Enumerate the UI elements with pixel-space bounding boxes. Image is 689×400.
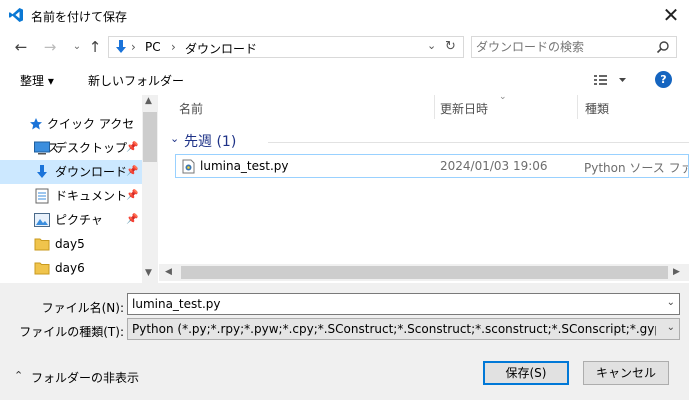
- file-name: lumina_test.py: [200, 159, 289, 173]
- column-header-name[interactable]: 名前: [179, 100, 203, 117]
- window-title: 名前を付けて保存: [31, 10, 128, 24]
- group-header-last-week[interactable]: 先週 (1): [184, 131, 236, 151]
- sidebar-item-label: ドキュメント: [55, 189, 128, 203]
- vscode-icon: [8, 7, 24, 23]
- column-divider[interactable]: [577, 95, 578, 119]
- column-header-type[interactable]: 種類: [585, 100, 609, 117]
- filetype-value: Python (*.py;*.rpy;*.pyw;*.cpy;*.SConstr…: [132, 322, 656, 336]
- breadcrumb-pc[interactable]: PC: [145, 40, 161, 54]
- column-header-modified[interactable]: 更新日時: [440, 100, 488, 117]
- breadcrumb-separator: ›: [171, 40, 176, 54]
- file-type: Python ソース ファイル: [584, 161, 688, 175]
- organize-button[interactable]: 整理 ▾: [20, 72, 54, 89]
- chevron-down-icon[interactable]: ⌄: [667, 297, 675, 308]
- sidebar-item-label: デスクトップ: [55, 141, 128, 155]
- folder-icon: [34, 261, 50, 275]
- up-button[interactable]: ↑: [85, 38, 105, 56]
- filetype-label: ファイルの種類(T):: [19, 325, 124, 339]
- sidebar-item-label: day6: [55, 261, 85, 275]
- close-button[interactable]: ✕: [656, 2, 686, 28]
- view-options-icon[interactable]: [593, 73, 627, 87]
- download-icon: [113, 39, 129, 55]
- forward-button[interactable]: →: [40, 38, 60, 56]
- star-icon: [29, 117, 43, 131]
- sidebar-item-quick-access[interactable]: クイック アクセス: [0, 112, 142, 155]
- file-list-pane: [159, 95, 689, 283]
- search-box[interactable]: [471, 36, 677, 58]
- save-button[interactable]: 保存(S): [483, 361, 569, 385]
- sidebar-item-day6[interactable]: day6: [0, 256, 142, 280]
- new-folder-button[interactable]: 新しいフォルダー: [88, 72, 184, 89]
- sidebar-item-label: ダウンロード: [55, 165, 128, 179]
- sort-indicator-icon: ⌄: [499, 92, 507, 102]
- group-divider: [268, 142, 689, 143]
- address-bar[interactable]: › PC › ダウンロード ⌄ ↻: [108, 36, 464, 58]
- horizontal-scrollbar-thumb[interactable]: [181, 266, 668, 279]
- filename-value: lumina_test.py: [132, 297, 221, 311]
- sidebar-item-label: ピクチャ: [55, 213, 103, 227]
- desktop-icon: [34, 141, 50, 155]
- breadcrumb-downloads[interactable]: ダウンロード: [185, 40, 257, 57]
- sidebar-item-documents[interactable]: ドキュメント 📌: [0, 184, 142, 208]
- sidebar-item-downloads[interactable]: ダウンロード 📌: [0, 160, 142, 184]
- chevron-up-icon[interactable]: ⌃: [14, 369, 23, 382]
- sidebar-item-day5[interactable]: day5: [0, 232, 142, 256]
- sidebar-item-pictures[interactable]: ピクチャ 📌: [0, 208, 142, 232]
- chevron-down-icon[interactable]: ⌄: [667, 322, 675, 333]
- navigation-scrollbar-thumb[interactable]: [143, 112, 157, 162]
- scroll-down-arrow-icon[interactable]: ▼: [145, 268, 152, 278]
- cancel-button[interactable]: キャンセル: [583, 361, 669, 385]
- download-icon: [34, 164, 50, 180]
- back-button[interactable]: ←: [11, 38, 31, 56]
- breadcrumb-separator: ›: [131, 40, 136, 54]
- folder-icon: [34, 237, 50, 251]
- recent-locations-chevron-icon[interactable]: ⌄: [67, 38, 87, 56]
- help-button[interactable]: ?: [655, 71, 672, 88]
- sidebar-item-desktop[interactable]: デスクトップ 📌: [0, 136, 142, 160]
- python-file-icon: [182, 159, 195, 174]
- search-input[interactable]: [476, 39, 646, 55]
- filetype-select[interactable]: Python (*.py;*.rpy;*.pyw;*.cpy;*.SConstr…: [127, 318, 680, 340]
- pin-icon: 📌: [126, 166, 139, 177]
- sidebar-item-label: day5: [55, 237, 85, 251]
- pin-icon: 📌: [126, 142, 139, 153]
- column-divider[interactable]: [434, 95, 435, 119]
- pin-icon: 📌: [126, 190, 139, 201]
- file-row[interactable]: lumina_test.py 2024/01/03 19:06 Python ソ…: [175, 154, 689, 178]
- group-collapse-chevron-icon[interactable]: ⌄: [170, 132, 179, 145]
- address-dropdown-icon[interactable]: ⌄: [427, 39, 436, 52]
- pin-icon: 📌: [126, 214, 139, 225]
- file-modified: 2024/01/03 19:06: [440, 159, 548, 173]
- picture-icon: [34, 213, 50, 227]
- document-icon: [35, 188, 49, 204]
- scroll-left-arrow-icon[interactable]: ◀: [165, 267, 172, 277]
- filename-field[interactable]: lumina_test.py ⌄: [127, 293, 680, 315]
- scroll-up-arrow-icon[interactable]: ▲: [145, 96, 152, 106]
- scroll-right-arrow-icon[interactable]: ▶: [673, 267, 680, 277]
- refresh-icon[interactable]: ↻: [445, 39, 456, 54]
- filename-label: ファイル名(N):: [41, 301, 124, 315]
- hide-folders-button[interactable]: フォルダーの非表示: [31, 369, 139, 386]
- search-icon[interactable]: [656, 40, 670, 54]
